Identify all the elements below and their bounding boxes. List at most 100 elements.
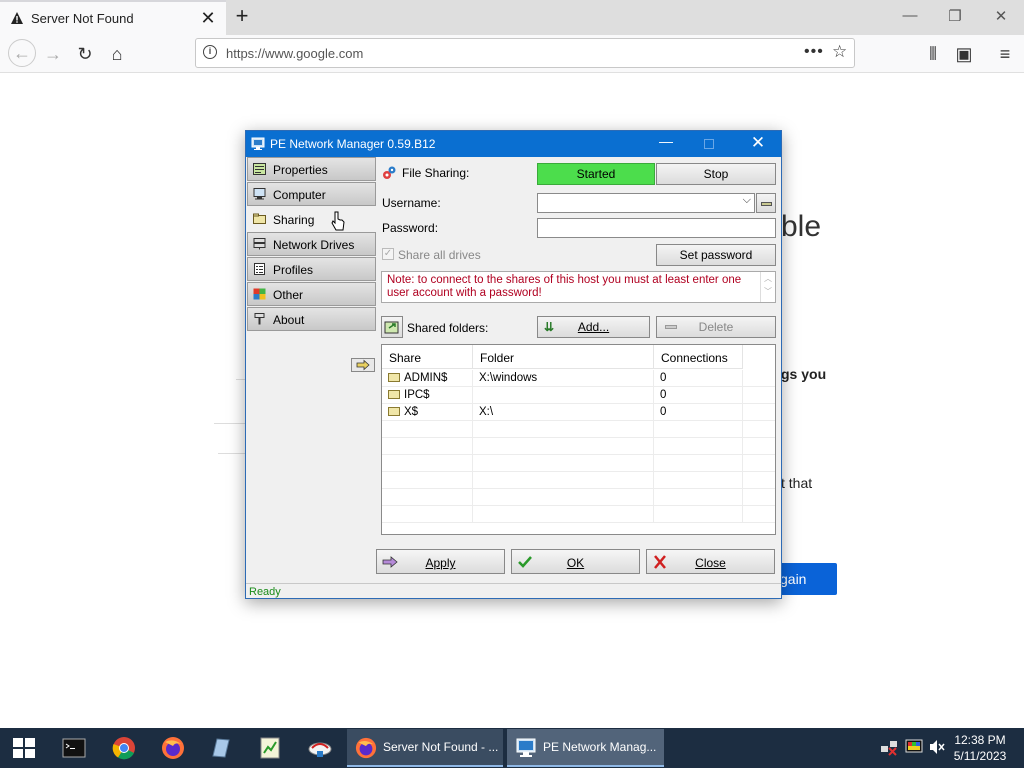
taskbar-app-firefox[interactable]: Server Not Found - ... [347, 729, 503, 767]
chevron-down-icon[interactable]: ⌵ [743, 194, 751, 207]
nav-item-profiles[interactable]: Profiles [247, 257, 376, 281]
folder-cell [473, 455, 654, 472]
page-actions-icon[interactable]: ••• [804, 43, 824, 61]
bookmark-star-icon[interactable]: ☆ [832, 42, 847, 62]
column-header-connections[interactable]: Connections [654, 345, 743, 369]
connections-cell [654, 455, 743, 472]
shared-folders-label: Shared folders: [407, 321, 489, 335]
folder-cell [473, 438, 654, 455]
share-all-drives-label: Share all drives [398, 248, 481, 262]
folder-icon [388, 373, 400, 382]
menu-icon[interactable]: ≡ [992, 41, 1018, 67]
dialog-title-bar[interactable]: PE Network Manager 0.59.B12 — ✕ [246, 131, 781, 157]
sidebar-icon[interactable]: ▣ [951, 41, 977, 67]
browser-tab[interactable]: Server Not Found ✕ [0, 0, 226, 35]
nav-item-sharing[interactable]: Sharing [247, 207, 376, 231]
command-prompt-icon[interactable] [62, 736, 86, 760]
delete-share-button[interactable]: Delete [656, 316, 776, 338]
nav-item-computer[interactable]: Computer [247, 182, 376, 206]
connections-cell [654, 489, 743, 506]
arrow-right-icon [356, 359, 370, 371]
profiles-icon [254, 263, 265, 275]
apply-button[interactable]: Apply [376, 549, 505, 574]
sharing-note: Note: to connect to the shares of this h… [381, 271, 776, 303]
dialog-minimize-icon[interactable]: — [656, 133, 676, 149]
delete-share-label: Delete [698, 320, 734, 334]
set-password-button[interactable]: Set password [656, 244, 776, 266]
close-button[interactable]: Close [646, 549, 775, 574]
chrome-icon[interactable] [112, 736, 136, 760]
site-info-icon[interactable]: i [203, 45, 217, 59]
share-cell [382, 438, 473, 455]
shared-folders-table[interactable]: Share Folder Connections ADMIN$ X:\window… [381, 344, 776, 535]
connections-cell-text: 0 [660, 389, 667, 401]
tab-title: Server Not Found [31, 11, 134, 26]
reload-icon[interactable]: ↻ [72, 41, 98, 67]
column-header-share[interactable]: Share [382, 345, 473, 369]
nav-label: Computer [273, 188, 326, 202]
table-row[interactable]: IPC$ 0 [382, 387, 775, 404]
stop-button[interactable]: Stop [656, 163, 776, 185]
share-cell: ADMIN$ [382, 370, 473, 387]
windows-start-icon[interactable] [12, 736, 36, 760]
hand-cursor-icon [331, 211, 345, 231]
started-status-button[interactable]: Started [537, 163, 655, 185]
close-window-icon[interactable]: ✕ [989, 7, 1013, 25]
password-label: Password: [382, 221, 439, 235]
connections-cell: 0 [654, 370, 743, 387]
dialog-close-icon[interactable]: ✕ [746, 133, 770, 153]
back-icon[interactable]: ← [8, 39, 36, 67]
system-clock[interactable]: 12:38 PM 5/11/2023 [948, 732, 1012, 764]
editor-app-icon[interactable] [258, 736, 282, 760]
forward-icon[interactable]: → [40, 41, 66, 67]
display-settings-icon[interactable] [905, 738, 923, 756]
properties-icon [253, 163, 266, 175]
side-navigation: Properties Computer Sharing Network Driv… [246, 157, 376, 557]
close-label: Close [695, 556, 726, 570]
nav-item-other[interactable]: Other [247, 282, 376, 306]
ok-button[interactable]: OK [511, 549, 640, 574]
minimize-window-icon[interactable]: — [898, 7, 922, 24]
network-disconnected-icon[interactable] [880, 738, 898, 756]
add-share-button[interactable]: ⇊ Add... [537, 316, 650, 338]
connections-cell: 0 [654, 404, 743, 421]
nav-item-properties[interactable]: Properties [247, 157, 376, 181]
pe-network-manager-window: PE Network Manager 0.59.B12 — ✕ Properti… [245, 130, 782, 599]
nav-item-about[interactable]: About [247, 307, 376, 331]
folder-cell [473, 489, 654, 506]
username-combobox[interactable]: ⌵ [537, 193, 755, 213]
collapse-nav-button[interactable] [351, 358, 375, 372]
note-scrollbar[interactable]: ︿ ﹀ [760, 272, 775, 302]
page-divider [214, 423, 246, 424]
taskbar-app-label: PE Network Manag... [543, 740, 657, 754]
restore-window-icon[interactable]: ❐ [943, 7, 967, 25]
sharing-panel: File Sharing: Started Stop Username: ⌵ P… [376, 157, 780, 542]
home-icon[interactable]: ⌂ [104, 41, 130, 67]
library-icon[interactable]: ⫴ [920, 41, 946, 67]
password-field[interactable] [537, 218, 776, 238]
folder-cell-text: X:\ [479, 406, 494, 418]
dialog-maximize-icon [704, 139, 714, 149]
folder-cell [473, 506, 654, 523]
network-tool-icon[interactable] [308, 736, 332, 760]
firefox-icon[interactable] [161, 736, 185, 760]
remove-user-button[interactable] [756, 193, 776, 213]
table-row[interactable]: X$ X:\ 0 [382, 404, 775, 421]
share-all-drives-checkbox[interactable]: ✓ [382, 248, 394, 260]
table-row[interactable]: ADMIN$ X:\windows 0 [382, 370, 775, 387]
taskbar-app-pe-network-manager[interactable]: PE Network Manag... [507, 729, 664, 767]
volume-muted-icon[interactable] [928, 738, 946, 756]
column-header-folder[interactable]: Folder [473, 345, 654, 369]
url-bar[interactable]: i https://www.google.com ••• ☆ [195, 38, 855, 68]
folder-icon [388, 407, 400, 416]
browse-folder-button[interactable] [381, 316, 403, 338]
url-text[interactable]: https://www.google.com [226, 46, 363, 61]
dialog-title: PE Network Manager 0.59.B12 [270, 137, 436, 151]
nav-label: Sharing [273, 213, 315, 227]
close-tab-icon[interactable]: ✕ [198, 8, 218, 29]
notes-app-icon[interactable] [209, 736, 233, 760]
new-tab-icon[interactable]: + [232, 3, 252, 29]
minus-icon [760, 201, 772, 206]
nav-item-network-drives[interactable]: Network Drives [247, 232, 376, 256]
folder-cell: X:\ [473, 404, 654, 421]
